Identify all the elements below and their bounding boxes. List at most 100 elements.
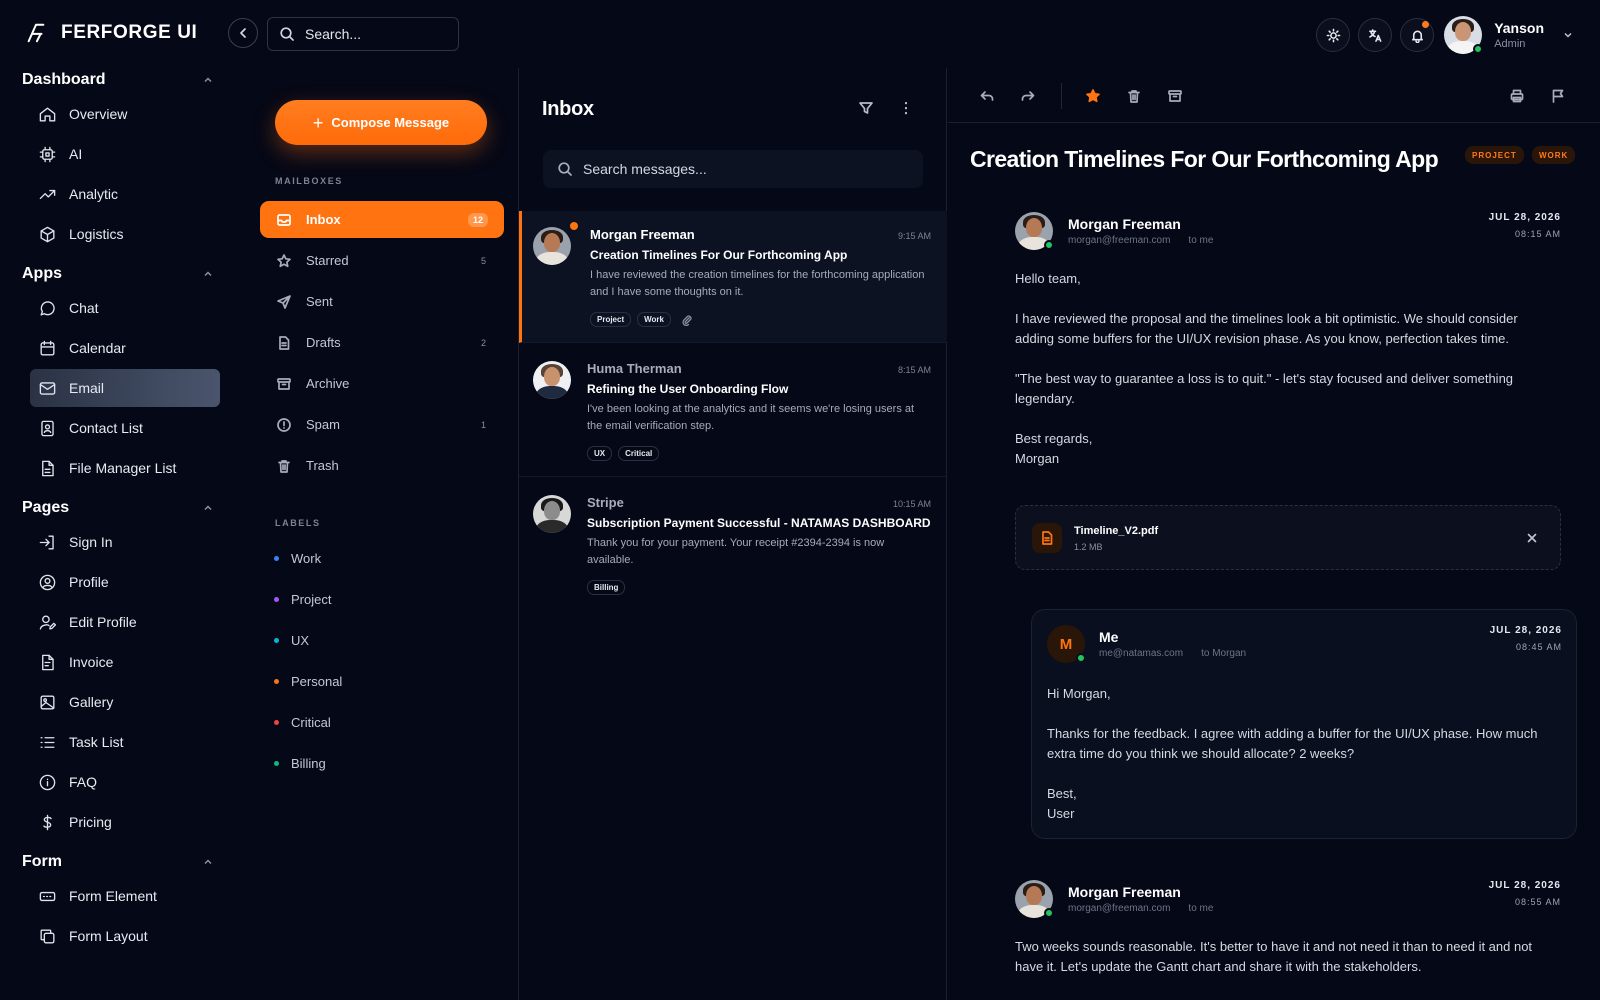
reading-pane: Creation Timelines For Our Forthcoming A… <box>948 68 1600 1000</box>
nav-section-form[interactable]: Form <box>22 849 220 875</box>
mailbox-sent[interactable]: Sent <box>260 283 504 320</box>
sidebar-item-pricing[interactable]: Pricing <box>30 803 220 841</box>
thread-paragraph: Two weeks sounds reasonable. It's better… <box>1015 939 1533 974</box>
sidebar-item-faq[interactable]: FAQ <box>30 763 220 801</box>
message-item[interactable]: Huma Therman 8:15 AM Refining the User O… <box>519 345 947 477</box>
mailbox-starred[interactable]: Starred 5 <box>260 242 504 279</box>
nav-section-title: Form <box>22 853 62 870</box>
unread-indicator <box>570 222 578 230</box>
flag-icon[interactable] <box>1550 88 1566 104</box>
compose-message-button[interactable]: + Compose Message <box>275 100 487 145</box>
notifications-button[interactable] <box>1400 18 1435 52</box>
sidebar-item-form-layout[interactable]: Form Layout <box>30 917 220 955</box>
attachment-card[interactable]: Timeline_V2.pdf 1.2 MB <box>1015 505 1561 570</box>
forward-icon[interactable] <box>1020 88 1036 104</box>
sidebar-item-edit-profile[interactable]: Edit Profile <box>30 603 220 641</box>
calendar-icon <box>40 340 55 356</box>
label-name: Project <box>291 592 332 607</box>
message-item[interactable]: Morgan Freeman 9:15 AM Creation Timeline… <box>519 211 947 343</box>
filter-icon[interactable] <box>858 100 874 116</box>
mailbox-label: Trash <box>306 458 339 473</box>
brand-logo-icon <box>27 23 45 43</box>
mailbox-label: Drafts <box>306 335 341 350</box>
sidebar-item-invoice[interactable]: Invoice <box>30 643 220 681</box>
sidebar-item-sign-in[interactable]: Sign In <box>30 523 220 561</box>
thread-email-line: morgan@freeman.com to me <box>1068 235 1213 246</box>
label-ux[interactable]: UX <box>274 633 309 648</box>
collapse-sidebar-button[interactable] <box>228 18 258 48</box>
thread-email: me@natamas.com <box>1099 648 1184 659</box>
print-icon[interactable] <box>1509 88 1525 104</box>
chevron-up-icon <box>204 859 212 865</box>
avatar-initial: M <box>1059 635 1073 653</box>
brand[interactable]: FERFORGE UI <box>25 18 232 48</box>
mailbox-drafts[interactable]: Drafts 2 <box>260 324 504 361</box>
nav-section-dashboard[interactable]: Dashboard <box>22 67 220 93</box>
sidebar-item-label: Pricing <box>69 814 112 830</box>
sidebar-item-label: File Manager List <box>69 460 177 476</box>
trash-icon[interactable] <box>1126 88 1142 104</box>
label-project[interactable]: Project <box>274 592 331 607</box>
sidebar-item-calendar[interactable]: Calendar <box>30 329 220 367</box>
mailbox-archive[interactable]: Archive <box>260 365 504 402</box>
sidebar-item-logistics[interactable]: Logistics <box>30 215 220 253</box>
label-name: Critical <box>291 715 331 730</box>
label-critical[interactable]: Critical <box>274 715 331 730</box>
mailbox-spam[interactable]: Spam 1 <box>260 406 504 443</box>
thread-time: 08:45 AM <box>1515 642 1562 652</box>
label-name: Personal <box>291 674 343 689</box>
image-icon <box>40 694 55 710</box>
nav-section-apps[interactable]: Apps <box>22 261 220 287</box>
thread-body: Hi Morgan, Thanks for the feedback. I ag… <box>1047 684 1557 824</box>
sidebar-item-task-list[interactable]: Task List <box>30 723 220 761</box>
chevron-up-icon <box>204 505 212 511</box>
thread-paragraph: I have reviewed the proposal and the tim… <box>1015 311 1518 346</box>
archive-icon[interactable] <box>1167 88 1183 104</box>
sun-icon <box>1326 28 1341 42</box>
close-icon[interactable] <box>1524 530 1540 546</box>
message-search-input[interactable]: Search messages... <box>543 150 923 188</box>
mailbox-inbox[interactable]: Inbox 12 <box>260 201 504 238</box>
user-name: Yanson <box>1494 20 1544 36</box>
chevron-up-icon <box>204 77 212 83</box>
sidebar-item-profile[interactable]: Profile <box>30 563 220 601</box>
chevron-left-icon <box>240 28 246 38</box>
sidebar-item-email[interactable]: Email <box>30 369 220 407</box>
sidebar-item-ai[interactable]: AI <box>30 135 220 173</box>
thread-paragraph: "The best way to guarantee a loss is to … <box>1015 371 1514 406</box>
box-icon <box>40 226 55 242</box>
sidebar-item-form-element[interactable]: Form Element <box>30 877 220 915</box>
star-icon[interactable] <box>1085 88 1101 104</box>
sidebar-item-label: Analytic <box>69 186 119 202</box>
mailbox-trash[interactable]: Trash <box>260 447 504 484</box>
paperclip-icon <box>682 314 692 326</box>
global-search-input[interactable]: Search... <box>267 17 459 51</box>
nav-section-pages[interactable]: Pages <box>22 495 220 521</box>
label-color-dot <box>274 556 279 561</box>
sidebar-item-analytic[interactable]: Analytic <box>30 175 220 213</box>
sidebar-item-label: Sign In <box>69 534 113 550</box>
label-work[interactable]: Work <box>274 551 321 566</box>
sidebar-item-label: Email <box>69 380 105 396</box>
sidebar-item-contact-list[interactable]: Contact List <box>30 409 220 447</box>
thread-body: Hello team, I have reviewed the proposal… <box>1015 269 1545 489</box>
label-personal[interactable]: Personal <box>274 674 342 689</box>
sidebar-item-overview[interactable]: Overview <box>30 95 220 133</box>
bell-icon <box>1411 29 1423 43</box>
sidebar-item-gallery[interactable]: Gallery <box>30 683 220 721</box>
more-vertical-icon[interactable] <box>898 100 914 116</box>
reply-message-card: M Me me@natamas.com to Morgan JUL 28, 202… <box>1031 609 1577 839</box>
sidebar-item-file-manager[interactable]: File Manager List <box>30 449 220 487</box>
theme-toggle-button[interactable] <box>1316 18 1351 52</box>
mailbox-count: 5 <box>480 255 486 266</box>
user-menu[interactable]: Yanson Admin <box>1444 16 1574 54</box>
online-status-dot <box>1044 240 1054 250</box>
label-billing[interactable]: Billing <box>274 756 326 771</box>
label-color-dot <box>274 679 279 684</box>
language-button[interactable] <box>1358 18 1393 52</box>
topbar-actions: Yanson Admin <box>1316 16 1600 54</box>
sidebar-item-chat[interactable]: Chat <box>30 289 220 327</box>
reply-icon[interactable] <box>979 88 995 104</box>
sidebar-item-label: Gallery <box>69 694 114 710</box>
message-item[interactable]: Stripe 10:15 AM Subscription Payment Suc… <box>519 479 947 611</box>
